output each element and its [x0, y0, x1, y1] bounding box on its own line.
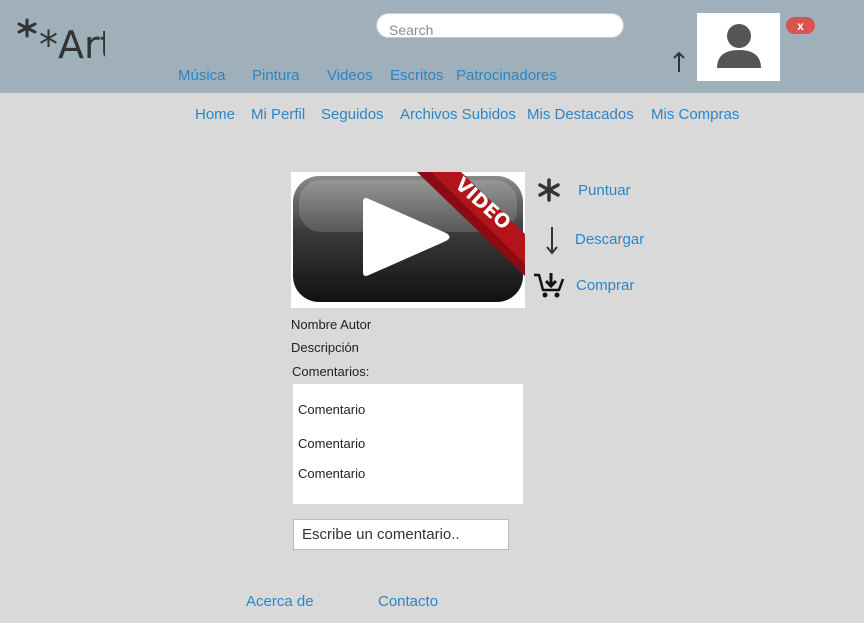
asterisk-icon: [532, 173, 566, 207]
comment-field[interactable]: [293, 519, 509, 550]
descargar-link[interactable]: Descargar: [575, 231, 644, 248]
subnav-mis-destacados[interactable]: Mis Destacados: [527, 106, 634, 123]
nav-videos[interactable]: Videos: [327, 67, 373, 84]
cart-add-icon: [532, 268, 566, 302]
nav-patrocinadores[interactable]: Patrocinadores: [456, 67, 557, 84]
search-input[interactable]: [377, 14, 623, 37]
comments-list[interactable]: Comentario Comentario Comentario: [293, 384, 523, 504]
logo-art-icon: *Art: [17, 18, 105, 66]
action-comprar[interactable]: Comprar: [532, 268, 634, 302]
subnav-archivos-subidos[interactable]: Archivos Subidos: [400, 106, 516, 123]
header-bar: *Art Música Pintura Videos Escritos Patr…: [0, 0, 864, 93]
nav-escritos[interactable]: Escritos: [390, 67, 443, 84]
subnav-seguidos[interactable]: Seguidos: [321, 106, 384, 123]
comment-item: Comentario: [298, 402, 366, 417]
subnav-mis-compras[interactable]: Mis Compras: [651, 106, 739, 123]
footer-contacto[interactable]: Contacto: [378, 593, 438, 610]
comment-input[interactable]: [294, 520, 508, 549]
author-name: Nombre Autor: [291, 317, 372, 332]
nav-musica[interactable]: Música: [178, 67, 226, 84]
comments-label: Comentarios:: [292, 364, 370, 379]
comment-item: Comentario: [298, 466, 366, 481]
nav-pintura[interactable]: Pintura: [252, 67, 300, 84]
arrow-up-icon[interactable]: [672, 50, 686, 74]
search-field[interactable]: [376, 13, 624, 38]
user-avatar-icon[interactable]: [697, 13, 780, 81]
close-button[interactable]: x: [786, 17, 815, 34]
download-arrow-icon: [535, 222, 569, 256]
logo[interactable]: *Art: [15, 14, 105, 66]
description: Descripción: [291, 340, 359, 355]
footer-acerca-de[interactable]: Acerca de: [246, 593, 314, 610]
comprar-link[interactable]: Comprar: [576, 277, 634, 294]
puntuar-link[interactable]: Puntuar: [578, 182, 631, 199]
action-descargar[interactable]: Descargar: [535, 222, 644, 256]
subnav-home[interactable]: Home: [195, 106, 235, 123]
action-puntuar[interactable]: Puntuar: [532, 173, 631, 207]
comment-item: Comentario: [298, 436, 366, 451]
logo-text: *Art: [39, 23, 105, 66]
subnav-mi-perfil[interactable]: Mi Perfil: [251, 106, 305, 123]
video-thumbnail[interactable]: VIDEO: [291, 172, 525, 308]
